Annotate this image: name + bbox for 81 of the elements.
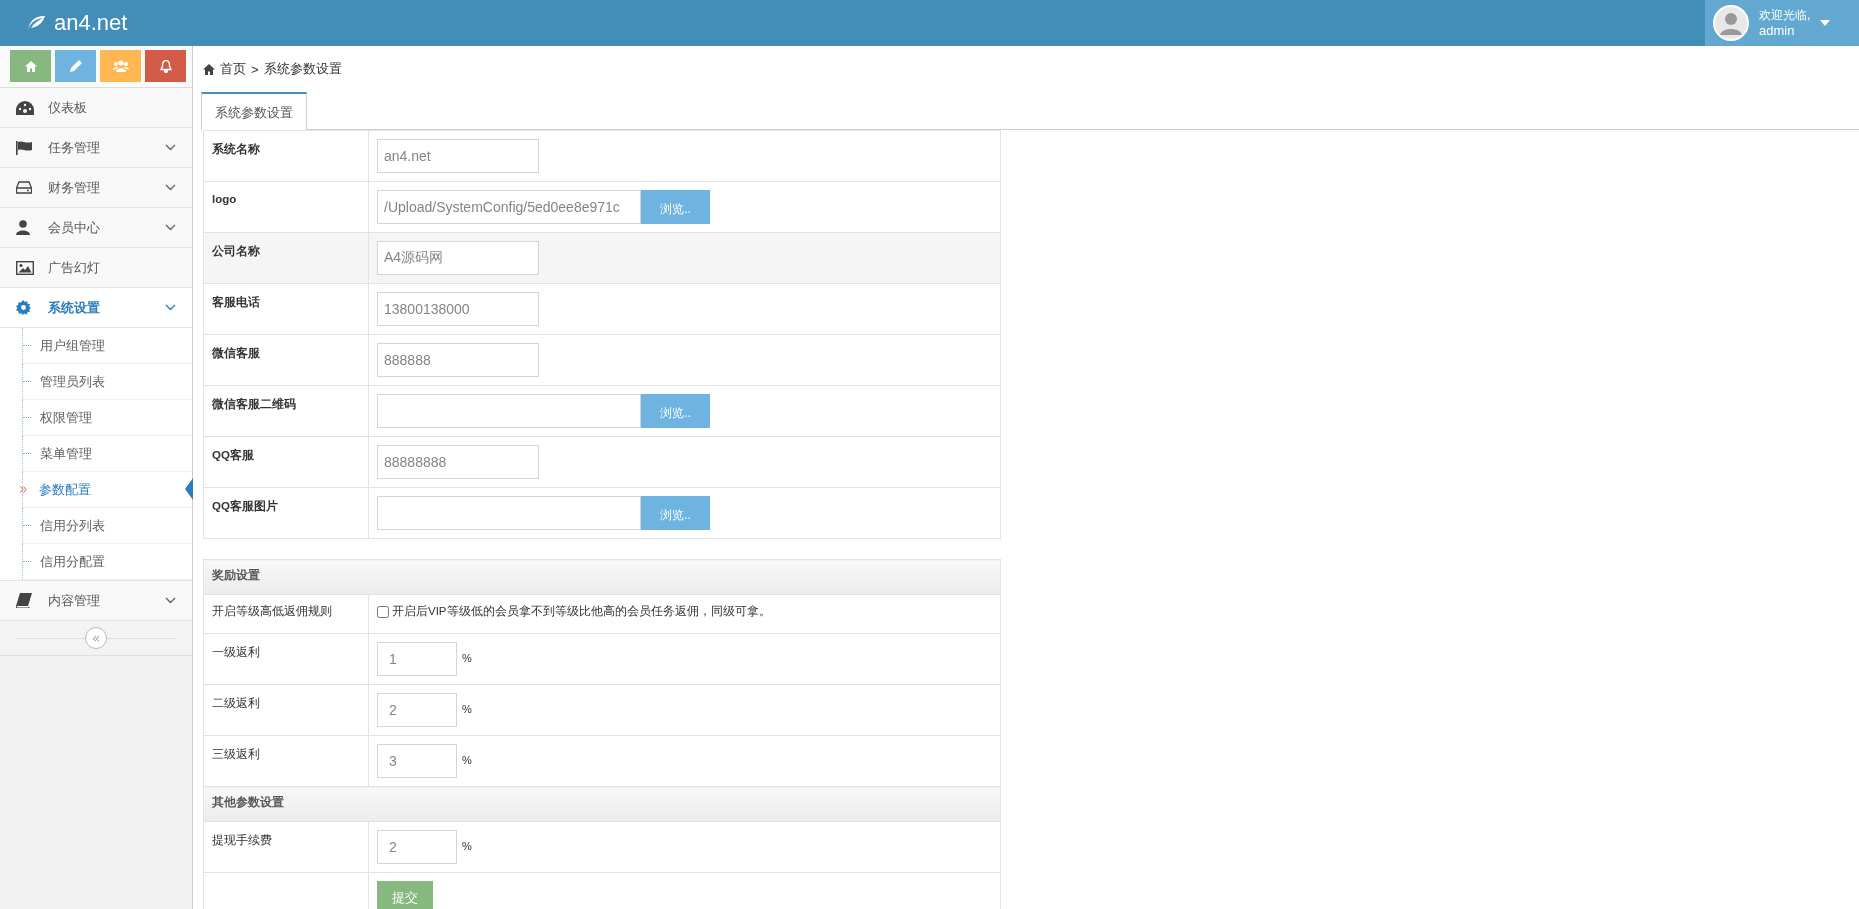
menu-item[interactable]: 广告幻灯 [0, 248, 192, 288]
text-input[interactable]: an4.net [377, 139, 539, 173]
shortcut-button[interactable] [55, 50, 96, 82]
shortcut-button[interactable] [100, 50, 141, 82]
flag-icon [16, 140, 32, 155]
submenu-item[interactable]: 菜单管理 [22, 436, 192, 472]
number-input[interactable]: 3 [377, 744, 457, 778]
brand-logo[interactable]: an4.net [0, 10, 128, 36]
submenu-item[interactable]: 管理员列表 [22, 364, 192, 400]
text-input[interactable]: 888888 [377, 343, 539, 377]
home-icon [24, 60, 37, 72]
text-input[interactable]: 13800138000 [377, 292, 539, 326]
number-input[interactable]: 2 [377, 830, 457, 864]
field-label: logo [203, 181, 369, 233]
breadcrumb-separator: > [251, 61, 259, 77]
submenu-item[interactable]: 信用分列表 [22, 508, 192, 544]
book-icon [16, 593, 32, 608]
field-label: 客服电话 [203, 283, 369, 335]
submenu-item[interactable]: 权限管理 [22, 400, 192, 436]
browse-button[interactable]: 浏览.. [641, 496, 710, 530]
submit-button[interactable]: 提交 [377, 881, 433, 909]
menu-item[interactable]: 系统设置 [0, 288, 192, 328]
browse-button[interactable]: 浏览.. [641, 394, 710, 428]
picture-icon [16, 260, 34, 275]
field-label: 微信客服二维码 [203, 385, 369, 437]
file-path-input[interactable] [377, 394, 641, 428]
leaf-icon [26, 15, 46, 31]
field-label: QQ客服图片 [203, 487, 369, 539]
checkbox-label: 开启后VIP等级低的会员拿不到等级比他高的会员任务返佣，同级可拿。 [392, 604, 771, 619]
collapse-sidebar-button[interactable]: « [85, 627, 107, 649]
user-menu[interactable]: 欢迎光临, admin [1705, 0, 1859, 46]
drive-icon [16, 181, 32, 194]
welcome-text: 欢迎光临, [1759, 8, 1811, 23]
field-label: 三级返利 [203, 735, 369, 787]
breadcrumb-current: 系统参数设置 [263, 60, 342, 78]
menu-item[interactable]: 内容管理 [0, 581, 192, 621]
menu-item[interactable]: 仪表板 [0, 88, 192, 128]
percent-unit: % [462, 753, 472, 766]
percent-unit: % [462, 651, 472, 664]
field-label: 系统名称 [203, 130, 369, 182]
file-path-input[interactable] [377, 496, 641, 530]
breadcrumb-home-link[interactable]: 首页 [220, 60, 246, 78]
number-input[interactable]: 1 [377, 642, 457, 676]
field-label: QQ客服 [203, 436, 369, 488]
section-header: 奖励设置 [203, 559, 1001, 595]
submenu-item[interactable]: 参数配置 [22, 472, 192, 508]
shortcut-button[interactable] [145, 50, 186, 82]
section-header: 其他参数设置 [203, 786, 1001, 822]
text-input[interactable]: A4源码网 [377, 241, 539, 275]
field-label: 二级返利 [203, 684, 369, 736]
dashboard-icon [16, 100, 34, 115]
double-chevron-icon [20, 486, 27, 493]
menu-item[interactable]: 任务管理 [0, 128, 192, 168]
percent-unit: % [462, 839, 472, 852]
file-path-input[interactable]: /Upload/SystemConfig/5ed0ee8e971c [377, 190, 641, 224]
menu-item[interactable]: 会员中心 [0, 208, 192, 248]
avatar-icon [1713, 5, 1749, 41]
number-input[interactable]: 2 [377, 693, 457, 727]
users-icon [112, 60, 129, 72]
tab[interactable]: 系统参数设置 [201, 92, 307, 130]
username: admin [1759, 23, 1796, 38]
caret-icon [1820, 20, 1831, 26]
bell-icon [159, 59, 172, 73]
field-label: 一级返利 [203, 633, 369, 685]
user-icon [16, 220, 30, 235]
field-label: 开启等级高低返佣规则 [203, 594, 369, 634]
shortcut-button[interactable] [10, 50, 51, 82]
browse-button[interactable]: 浏览.. [641, 190, 710, 224]
field-label: 微信客服 [203, 334, 369, 386]
menu-item[interactable]: 财务管理 [0, 168, 192, 208]
brand-name: an4.net [54, 10, 128, 36]
field-label: 公司名称 [203, 232, 369, 284]
submenu-item[interactable]: 信用分配置 [22, 544, 192, 580]
field-label: 提现手续费 [203, 821, 369, 873]
checkbox[interactable] [377, 605, 389, 618]
home-icon [203, 63, 215, 75]
pencil-icon [69, 60, 82, 72]
percent-unit: % [462, 702, 472, 715]
submenu-item[interactable]: 用户组管理 [22, 328, 192, 364]
text-input[interactable]: 88888888 [377, 445, 539, 479]
settings-icon [16, 300, 31, 315]
